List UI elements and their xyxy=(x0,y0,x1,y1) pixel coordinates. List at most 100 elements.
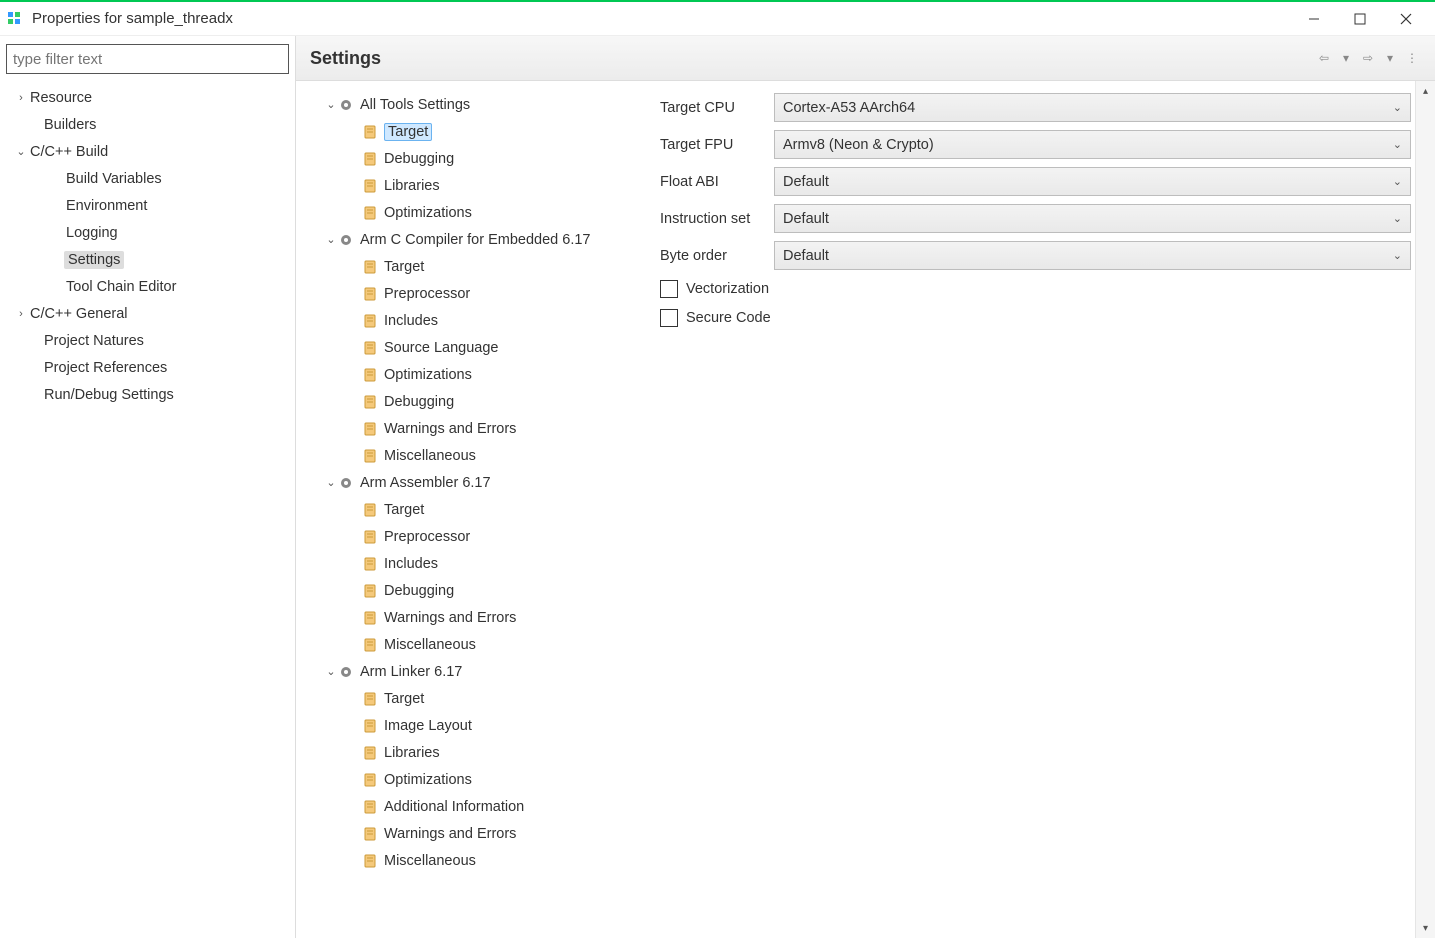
nav-item[interactable]: Environment xyxy=(0,192,295,219)
back-menu-icon[interactable]: ▾ xyxy=(1337,49,1355,67)
checkbox-row: Vectorization xyxy=(660,274,1411,303)
tool-tree-item[interactable]: Preprocessor xyxy=(306,523,656,550)
chevron-right-icon: › xyxy=(14,308,28,320)
nav-item-label: Resource xyxy=(28,90,92,106)
tool-tree-item[interactable]: Debugging xyxy=(306,577,656,604)
nav-item[interactable]: ›Resource xyxy=(0,84,295,111)
nav-item[interactable]: Build Variables xyxy=(0,165,295,192)
tool-tree-label: Miscellaneous xyxy=(384,637,476,653)
tool-tree-item[interactable]: Image Layout xyxy=(306,712,656,739)
tool-tree-label: All Tools Settings xyxy=(360,97,470,113)
tool-tree-label: Debugging xyxy=(384,394,454,410)
nav-item[interactable]: Project References xyxy=(0,354,295,381)
tool-tree-item[interactable]: Miscellaneous xyxy=(306,847,656,874)
tool-tree-label: Includes xyxy=(384,556,438,572)
nav-item-label: Settings xyxy=(64,251,124,269)
form-row: Instruction setDefault⌄ xyxy=(660,200,1411,237)
tool-tree-item[interactable]: Libraries xyxy=(306,172,656,199)
page-icon xyxy=(362,853,378,869)
forward-arrow-icon[interactable]: ⇨ xyxy=(1359,49,1377,67)
tool-tree-item[interactable]: Libraries xyxy=(306,739,656,766)
tool-tree-item[interactable]: Warnings and Errors xyxy=(306,415,656,442)
gear-icon xyxy=(338,232,354,248)
tool-tree-label: Arm C Compiler for Embedded 6.17 xyxy=(360,232,591,248)
page-icon xyxy=(362,178,378,194)
nav-item[interactable]: ⌄C/C++ Build xyxy=(0,138,295,165)
page-icon xyxy=(362,151,378,167)
dropdown[interactable]: Default⌄ xyxy=(774,204,1411,233)
dropdown-value: Default xyxy=(783,174,829,190)
minimize-button[interactable] xyxy=(1291,4,1337,34)
main-panel: Settings ⇦ ▾ ⇨ ▾ ⋮ ⌄ All Tools Settings Ta… xyxy=(296,36,1435,938)
forward-menu-icon[interactable]: ▾ xyxy=(1381,49,1399,67)
tool-tree-item[interactable]: ⌄Arm Linker 6.17 xyxy=(306,658,656,685)
tool-tree-label: Target xyxy=(384,123,432,141)
scroll-down-icon[interactable]: ▾ xyxy=(1416,918,1435,938)
tool-tree-item[interactable]: Preprocessor xyxy=(306,280,656,307)
back-arrow-icon[interactable]: ⇦ xyxy=(1315,49,1333,67)
tool-tree-item[interactable]: ⌄Arm Assembler 6.17 xyxy=(306,469,656,496)
tool-tree-item[interactable]: Debugging xyxy=(306,145,656,172)
tool-tree-item[interactable]: Source Language xyxy=(306,334,656,361)
tool-tree-item[interactable]: Target xyxy=(306,685,656,712)
dropdown[interactable]: Default ⌄ xyxy=(774,167,1411,196)
chevron-down-icon: ⌄ xyxy=(324,233,338,246)
tool-tree-item[interactable]: Additional Information xyxy=(306,793,656,820)
nav-item-label: Project Natures xyxy=(42,333,144,349)
checkbox[interactable] xyxy=(660,309,678,327)
scrollbar[interactable]: ▴ ▾ xyxy=(1415,81,1435,938)
nav-item[interactable]: Builders xyxy=(0,111,295,138)
page-icon xyxy=(362,826,378,842)
nav-item[interactable]: Logging xyxy=(0,219,295,246)
dropdown[interactable]: Armv8 (Neon & Crypto)⌄ xyxy=(774,130,1411,159)
settings-header: Settings ⇦ ▾ ⇨ ▾ ⋮ xyxy=(296,36,1435,81)
tool-tree-item[interactable]: Target xyxy=(306,253,656,280)
page-icon xyxy=(362,502,378,518)
maximize-button[interactable] xyxy=(1337,4,1383,34)
tool-tree-label: Preprocessor xyxy=(384,529,470,545)
tool-settings-tree: ⌄ All Tools Settings Target Debugging Librar… xyxy=(296,81,656,938)
close-button[interactable] xyxy=(1383,4,1429,34)
tool-tree-item[interactable]: Target xyxy=(306,496,656,523)
filter-input[interactable] xyxy=(6,44,289,74)
tool-tree-item[interactable]: Warnings and Errors xyxy=(306,820,656,847)
tool-tree-label: Warnings and Errors xyxy=(384,421,516,437)
tool-tree-item[interactable]: ⌄ All Tools Settings xyxy=(306,91,656,118)
tool-tree-label: Miscellaneous xyxy=(384,853,476,869)
chevron-down-icon: ⌄ xyxy=(1393,138,1402,151)
tool-tree-item[interactable]: Target xyxy=(306,118,656,145)
chevron-down-icon: ⌄ xyxy=(324,98,338,111)
nav-item[interactable]: Project Natures xyxy=(0,327,295,354)
tool-tree-item[interactable]: Optimizations xyxy=(306,199,656,226)
view-menu-icon[interactable]: ⋮ xyxy=(1403,49,1421,67)
tool-tree-label: Libraries xyxy=(384,178,440,194)
chevron-down-icon: ⌄ xyxy=(1393,212,1402,225)
page-icon xyxy=(362,556,378,572)
nav-item[interactable]: Tool Chain Editor xyxy=(0,273,295,300)
tool-tree-item[interactable]: Optimizations xyxy=(306,361,656,388)
dropdown-value: Cortex-A53 AArch64 xyxy=(783,100,915,116)
tool-tree-item[interactable]: Miscellaneous xyxy=(306,442,656,469)
dropdown[interactable]: Cortex-A53 AArch64⌄ xyxy=(774,93,1411,122)
nav-item[interactable]: ›C/C++ General xyxy=(0,300,295,327)
page-icon xyxy=(362,583,378,599)
tool-tree-item[interactable]: Warnings and Errors xyxy=(306,604,656,631)
nav-item-label: Run/Debug Settings xyxy=(42,387,174,403)
nav-item-label: Builders xyxy=(42,117,96,133)
page-icon xyxy=(362,394,378,410)
tool-tree-item[interactable]: Debugging xyxy=(306,388,656,415)
tool-tree-item[interactable]: Includes xyxy=(306,550,656,577)
scroll-up-icon[interactable]: ▴ xyxy=(1416,81,1435,101)
page-icon xyxy=(362,529,378,545)
tool-tree-item[interactable]: Miscellaneous xyxy=(306,631,656,658)
dropdown[interactable]: Default⌄ xyxy=(774,241,1411,270)
tool-tree-item[interactable]: Includes xyxy=(306,307,656,334)
tool-tree-item[interactable]: Optimizations xyxy=(306,766,656,793)
form-label: Byte order xyxy=(660,248,774,264)
nav-item[interactable]: Run/Debug Settings xyxy=(0,381,295,408)
nav-item-label: Tool Chain Editor xyxy=(64,279,176,295)
checkbox[interactable] xyxy=(660,280,678,298)
chevron-down-icon: ⌄ xyxy=(1393,175,1402,188)
tool-tree-item[interactable]: ⌄ Arm C Compiler for Embedded 6.17 xyxy=(306,226,656,253)
nav-item[interactable]: Settings xyxy=(0,246,295,273)
